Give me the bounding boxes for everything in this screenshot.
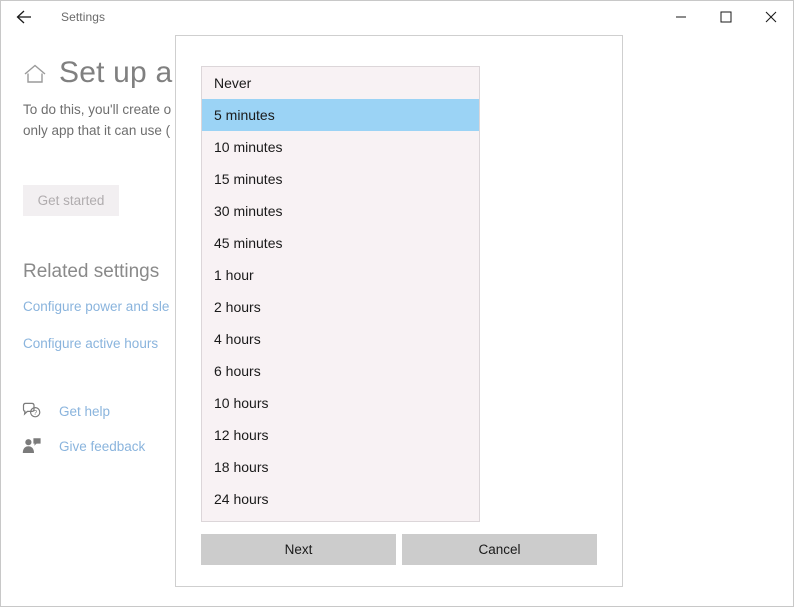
dropdown-option[interactable]: 30 minutes xyxy=(202,195,479,227)
arrow-left-icon xyxy=(15,9,35,25)
dropdown-option[interactable]: 12 hours xyxy=(202,419,479,451)
maximize-icon xyxy=(720,11,732,23)
cancel-button[interactable]: Cancel xyxy=(402,534,597,565)
page-header: Set up a k xyxy=(23,56,196,90)
dropdown-option[interactable]: 10 hours xyxy=(202,387,479,419)
dropdown-option[interactable]: 5 minutes xyxy=(202,99,479,131)
dropdown-option[interactable]: 18 hours xyxy=(202,451,479,483)
get-help-label: Get help xyxy=(59,403,111,419)
dialog-button-row: Next Cancel xyxy=(201,534,597,565)
home-icon[interactable] xyxy=(23,63,47,90)
window-title: Settings xyxy=(61,10,106,24)
back-button[interactable] xyxy=(3,1,47,33)
related-link-configure-power-and-sleep[interactable]: Configure power and sle xyxy=(23,299,169,314)
help-bubble-icon: ? xyxy=(21,401,43,421)
dropdown-option[interactable]: 45 minutes xyxy=(202,227,479,259)
settings-window: Settings Set up a k To do this, you'll c… xyxy=(0,0,794,607)
close-button[interactable] xyxy=(748,1,793,33)
next-button[interactable]: Next xyxy=(201,534,396,565)
minimize-icon xyxy=(675,11,687,23)
get-started-button[interactable]: Get started xyxy=(23,185,119,216)
feedback-person-icon xyxy=(21,436,43,456)
related-settings-heading: Related settings xyxy=(23,261,160,282)
give-feedback-link[interactable]: Give feedback xyxy=(21,436,145,456)
get-help-link[interactable]: ? Get help xyxy=(21,401,110,421)
caption-button-group xyxy=(658,1,793,33)
dropdown-option[interactable]: Never xyxy=(202,67,479,99)
dropdown-option[interactable]: 15 minutes xyxy=(202,163,479,195)
dropdown-option[interactable]: 4 hours xyxy=(202,323,479,355)
close-icon xyxy=(765,11,777,23)
dropdown-option[interactable]: 1 hour xyxy=(202,259,479,291)
timeout-dropdown-list[interactable]: Never 5 minutes 10 minutes 15 minutes 30 min… xyxy=(201,66,480,522)
dropdown-option[interactable]: 10 minutes xyxy=(202,131,479,163)
dropdown-option[interactable]: 2 hours xyxy=(202,291,479,323)
dropdown-option[interactable]: 24 hours xyxy=(202,483,479,515)
give-feedback-label: Give feedback xyxy=(59,438,146,454)
dropdown-option[interactable]: 6 hours xyxy=(202,355,479,387)
maximize-button[interactable] xyxy=(703,1,748,33)
title-bar: Settings xyxy=(1,1,793,33)
svg-text:?: ? xyxy=(33,410,37,417)
related-link-configure-active-hours[interactable]: Configure active hours xyxy=(23,336,158,351)
minimize-button[interactable] xyxy=(658,1,703,33)
